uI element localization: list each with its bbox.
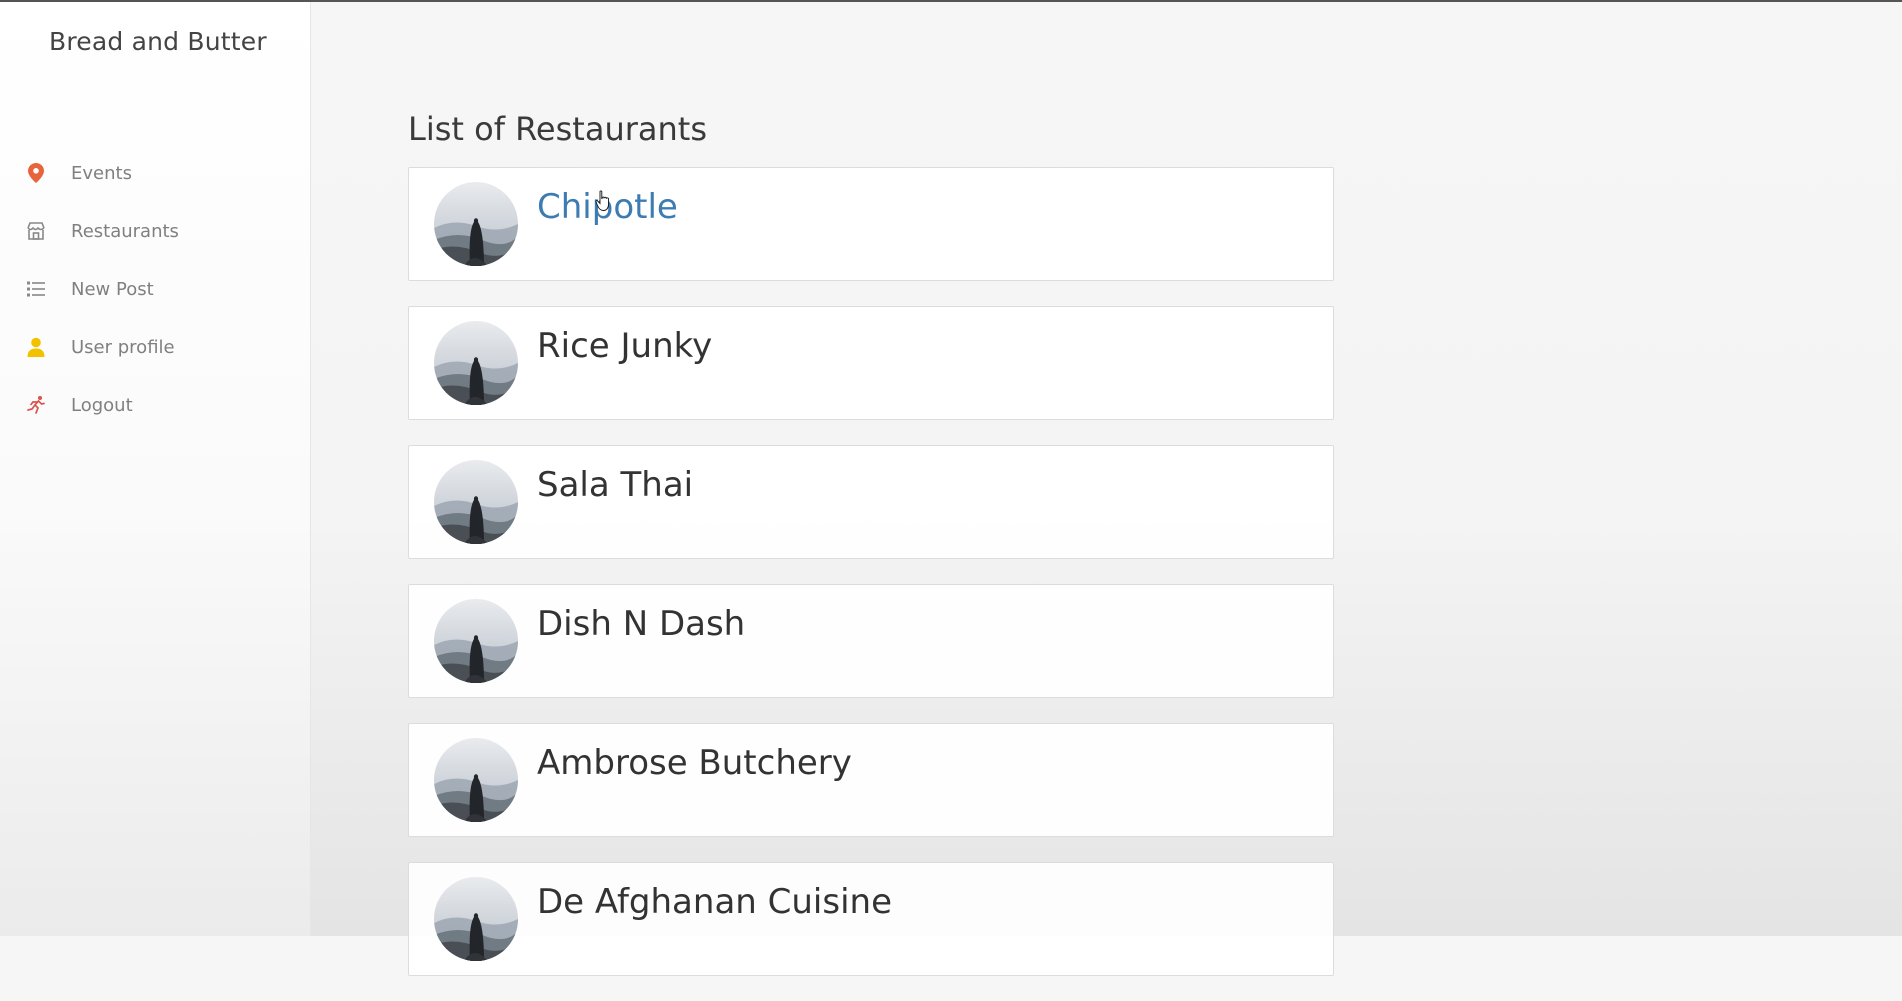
main-content: List of Restaurants Chipotle [311,2,1902,976]
map-pin-icon [26,163,46,183]
sidebar-item-events[interactable]: Events [0,144,310,202]
restaurant-name[interactable]: Rice Junky [537,326,712,366]
brand-title[interactable]: Bread and Butter [49,27,267,56]
restaurant-name[interactable]: Dish N Dash [537,604,745,644]
restaurant-avatar [434,599,518,683]
store-icon [26,221,46,241]
restaurant-card[interactable]: Rice Junky [408,306,1334,420]
restaurant-card[interactable]: Dish N Dash [408,584,1334,698]
restaurant-name[interactable]: De Afghanan Cuisine [537,882,892,922]
restaurant-avatar [434,321,518,405]
restaurant-list: Chipotle Rice Junky [408,167,1334,1001]
restaurant-avatar [434,182,518,266]
user-icon [26,337,46,357]
restaurant-avatar [434,460,518,544]
sidebar-item-restaurants[interactable]: Restaurants [0,202,310,260]
restaurant-avatar [434,738,518,822]
sidebar-nav: Events Restaurants New Post User profile… [0,144,310,434]
sidebar-item-new-post[interactable]: New Post [0,260,310,318]
restaurant-card[interactable]: Sala Thai [408,445,1334,559]
restaurant-avatar [434,877,518,961]
restaurant-name[interactable]: Ambrose Butchery [537,743,852,783]
restaurant-name[interactable]: Sala Thai [537,465,693,505]
restaurant-card[interactable]: Chipotle [408,167,1334,281]
page-title: List of Restaurants [408,110,707,148]
sidebar-item-logout[interactable]: Logout [0,376,310,434]
list-icon [26,279,46,299]
sidebar-item-label: Events [71,162,132,184]
sidebar-item-label: Restaurants [71,220,179,242]
sidebar-item-label: New Post [71,278,154,300]
sidebar-item-user-profile[interactable]: User profile [0,318,310,376]
sidebar-item-label: User profile [71,336,175,358]
restaurant-card[interactable]: De Afghanan Cuisine [408,862,1334,976]
hand-cursor-icon [595,190,609,211]
sidebar: Bread and Butter Events Restaurants New … [0,2,311,936]
sidebar-item-label: Logout [71,394,133,416]
restaurant-card[interactable]: Ambrose Butchery [408,723,1334,837]
running-person-icon [26,395,46,415]
